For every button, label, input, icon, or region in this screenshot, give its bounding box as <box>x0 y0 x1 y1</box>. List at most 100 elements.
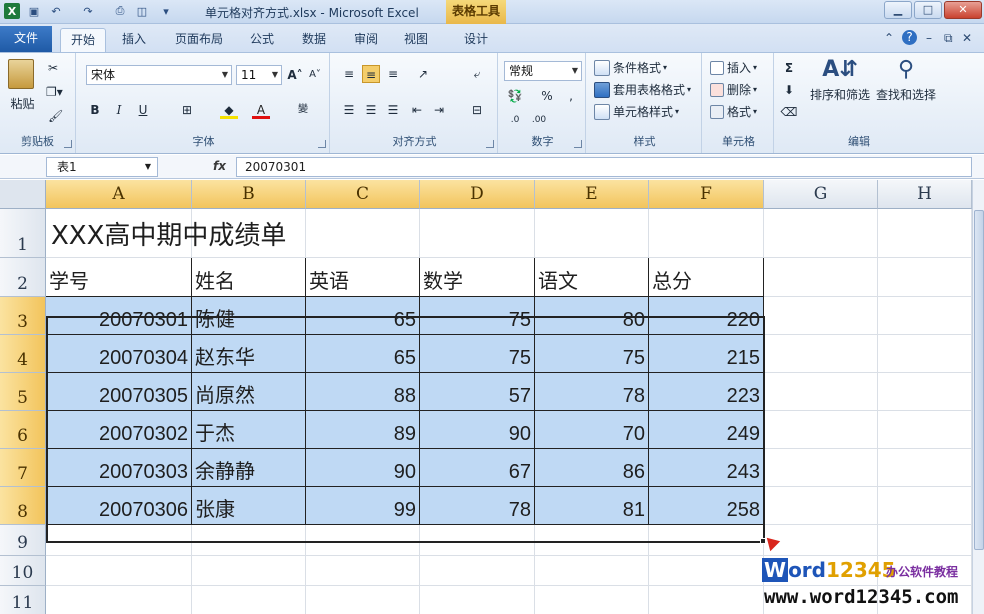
data-cell[interactable]: 75 <box>420 335 535 373</box>
number-format-combo[interactable]: 常规 ▼ <box>504 61 582 81</box>
underline-button[interactable]: U <box>134 101 152 119</box>
help-icon[interactable]: ? <box>902 30 917 45</box>
column-header-e[interactable]: E <box>535 180 649 209</box>
data-cell[interactable]: 尚原然 <box>192 373 306 411</box>
fill-icon[interactable]: ⬇ <box>780 81 798 99</box>
vertical-scrollbar[interactable] <box>972 180 984 614</box>
data-cell[interactable]: 249 <box>649 411 764 449</box>
column-header-h[interactable]: H <box>878 180 972 209</box>
data-cell[interactable]: 220 <box>649 297 764 335</box>
delete-cells-button[interactable]: 删除 ▾ <box>710 81 757 98</box>
empty-cell[interactable] <box>878 209 972 258</box>
row-header-8[interactable]: 8 <box>0 487 46 525</box>
data-cell[interactable]: 86 <box>535 449 649 487</box>
format-painter-icon[interactable]: 🖌 <box>48 109 63 123</box>
empty-cell[interactable] <box>649 525 764 556</box>
data-cell[interactable]: 20070301 <box>46 297 192 335</box>
empty-cell[interactable] <box>306 586 420 614</box>
copy-icon[interactable]: ❐▾ <box>46 85 63 99</box>
decrease-decimal-icon[interactable]: .00 <box>530 111 548 129</box>
tab-file[interactable]: 文件 <box>0 26 52 52</box>
redo-icon[interactable]: ↷ <box>80 3 96 19</box>
formula-input[interactable]: 20070301 <box>236 157 972 177</box>
empty-cell[interactable] <box>878 525 972 556</box>
tab-design[interactable]: 设计 <box>452 28 500 52</box>
row-header-2[interactable]: 2 <box>0 258 46 297</box>
align-center-icon[interactable]: ☰ <box>362 101 380 119</box>
data-cell[interactable]: 90 <box>306 449 420 487</box>
empty-cell[interactable] <box>649 586 764 614</box>
decrease-indent-icon[interactable]: ⇤ <box>408 101 426 119</box>
clipboard-dialog-launcher[interactable] <box>64 140 72 148</box>
empty-cell[interactable] <box>764 487 878 525</box>
undo-icon[interactable]: ↶ <box>48 3 64 19</box>
tab-review[interactable]: 审阅 <box>346 28 386 52</box>
empty-cell[interactable] <box>420 209 535 258</box>
data-cell[interactable]: 81 <box>535 487 649 525</box>
doc-close-icon[interactable]: ✕ <box>962 31 972 45</box>
data-cell[interactable]: 余静静 <box>192 449 306 487</box>
row-header-1[interactable]: 1 <box>0 209 46 258</box>
cut-icon[interactable]: ✂ <box>48 61 58 75</box>
minimize-button[interactable]: ▁ <box>884 1 912 19</box>
borders-icon[interactable]: ⊞ <box>178 101 196 119</box>
empty-cell[interactable] <box>306 209 420 258</box>
empty-cell[interactable] <box>192 556 306 586</box>
scrollbar-thumb[interactable] <box>974 210 984 550</box>
empty-cell[interactable] <box>764 525 878 556</box>
data-cell[interactable]: 于杰 <box>192 411 306 449</box>
data-cell[interactable]: 90 <box>420 411 535 449</box>
sort-filter-button[interactable]: A⇵ 排序和筛选 <box>810 57 870 103</box>
data-cell[interactable]: 215 <box>649 335 764 373</box>
empty-cell[interactable] <box>878 373 972 411</box>
align-top-icon[interactable]: ≡ <box>340 65 358 83</box>
excel-app-icon[interactable]: X <box>4 3 20 19</box>
data-cell[interactable]: 88 <box>306 373 420 411</box>
clear-icon[interactable]: ⌫ <box>780 103 798 121</box>
empty-cell[interactable] <box>535 586 649 614</box>
data-cell[interactable]: 65 <box>306 335 420 373</box>
data-cell[interactable]: 张康 <box>192 487 306 525</box>
empty-cell[interactable] <box>764 258 878 297</box>
format-cells-button[interactable]: 格式 ▾ <box>710 103 757 120</box>
select-all-corner[interactable] <box>0 180 46 209</box>
empty-cell[interactable] <box>535 209 649 258</box>
paste-button[interactable]: 粘贴 <box>8 59 37 112</box>
row-header-10[interactable]: 10 <box>0 556 46 586</box>
data-cell[interactable]: 78 <box>420 487 535 525</box>
bold-button[interactable]: B <box>86 101 104 119</box>
wrap-text-icon[interactable]: ⤶ <box>468 65 486 83</box>
column-header-f[interactable]: F <box>649 180 764 209</box>
empty-cell[interactable] <box>420 556 535 586</box>
shrink-font-button[interactable]: A˅ <box>306 66 324 84</box>
fill-color-icon[interactable]: ◆ <box>220 101 238 119</box>
data-cell[interactable]: 78 <box>535 373 649 411</box>
empty-cell[interactable] <box>878 411 972 449</box>
data-cell[interactable]: 20070304 <box>46 335 192 373</box>
header-cell[interactable]: 总分 <box>649 258 764 297</box>
empty-cell[interactable] <box>878 449 972 487</box>
empty-cell[interactable] <box>46 586 192 614</box>
align-right-icon[interactable]: ☰ <box>384 101 402 119</box>
phonetic-icon[interactable]: 變 <box>294 101 312 119</box>
format-as-table-button[interactable]: 套用表格格式 ▾ <box>594 81 691 98</box>
empty-cell[interactable] <box>535 556 649 586</box>
data-cell[interactable]: 223 <box>649 373 764 411</box>
empty-cell[interactable] <box>878 258 972 297</box>
empty-cell[interactable] <box>46 525 192 556</box>
empty-cell[interactable] <box>192 525 306 556</box>
empty-cell[interactable] <box>420 525 535 556</box>
empty-cell[interactable] <box>420 586 535 614</box>
empty-cell[interactable] <box>764 297 878 335</box>
number-dialog-launcher[interactable] <box>574 140 582 148</box>
row-header-11[interactable]: 11 <box>0 586 46 614</box>
header-cell[interactable]: 英语 <box>306 258 420 297</box>
data-cell[interactable]: 258 <box>649 487 764 525</box>
data-cell[interactable]: 67 <box>420 449 535 487</box>
row-header-4[interactable]: 4 <box>0 335 46 373</box>
data-cell[interactable]: 70 <box>535 411 649 449</box>
empty-cell[interactable] <box>649 556 764 586</box>
row-header-5[interactable]: 5 <box>0 373 46 411</box>
close-button[interactable]: ✕ <box>944 1 982 19</box>
sheet-title[interactable]: XXX高中期中成绩单 <box>47 210 289 258</box>
